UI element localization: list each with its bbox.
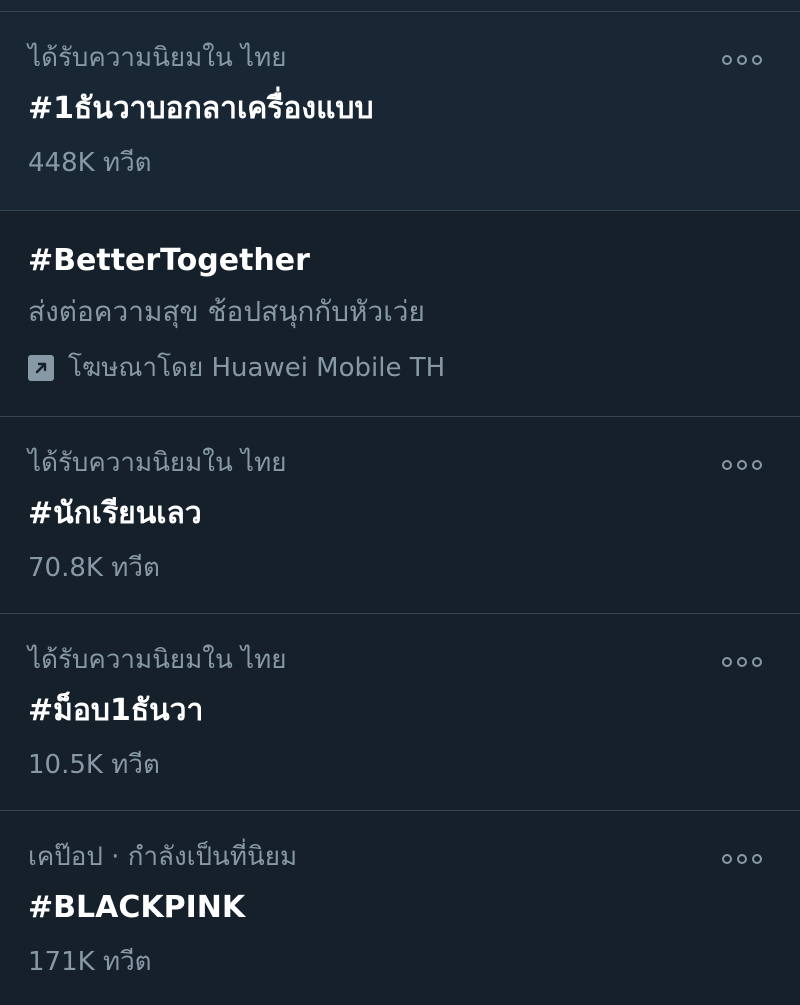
dot (722, 460, 732, 470)
trend-item[interactable]: ได้รับความนิยมใน ไทย #ม็อบ1ธันวา 10.5K ท… (0, 614, 800, 811)
dot (737, 854, 747, 864)
dot (722, 657, 732, 667)
dot (737, 657, 747, 667)
trend-title: #1ธันวาบอกลาเครื่องแบบ (28, 91, 374, 126)
trends-list: ได้รับความนิยมใน ไทย #1ธันวาบอกลาเครื่อง… (0, 0, 800, 1005)
promoted-by-text: โฆษณาโดย Huawei Mobile TH (68, 353, 446, 383)
previous-item-edge (0, 0, 800, 12)
trend-title: #นักเรียนเลว (28, 496, 202, 531)
promoted-by-line: โฆษณาโดย Huawei Mobile TH (28, 347, 445, 388)
trend-item[interactable]: ได้รับความนิยมใน ไทย #นักเรียนเลว 70.8K … (0, 417, 800, 614)
dot (752, 55, 762, 65)
trend-item[interactable]: ได้รับความนิยมใน ไทย #1ธันวาบอกลาเครื่อง… (0, 12, 800, 211)
more-options-icon[interactable] (722, 457, 762, 473)
promoted-trend-item[interactable]: #BetterTogether ส่งต่อความสุข ช้อปสนุกกั… (0, 211, 800, 417)
trend-context: ได้รับความนิยมใน ไทย (28, 645, 287, 675)
tweet-count: 10.5K ทวีต (28, 750, 160, 780)
trend-item[interactable]: เคป๊อป · กำลังเป็นที่นิยม #BLACKPINK 171… (0, 811, 800, 1005)
trend-title: #BetterTogether (28, 243, 310, 278)
more-options-icon[interactable] (722, 654, 762, 670)
dot (722, 854, 732, 864)
dot (737, 55, 747, 65)
dot (752, 460, 762, 470)
promoted-arrow-icon (28, 354, 54, 381)
tweet-count: 171K ทวีต (28, 947, 152, 977)
dot (722, 55, 732, 65)
dot (752, 657, 762, 667)
trend-context: เคป๊อป · กำลังเป็นที่นิยม (28, 842, 298, 872)
tweet-count: 448K ทวีต (28, 148, 152, 178)
more-options-icon[interactable] (722, 851, 762, 867)
dot (752, 854, 762, 864)
trend-context: ได้รับความนิยมใน ไทย (28, 448, 287, 478)
trend-context: ได้รับความนิยมใน ไทย (28, 43, 287, 73)
promoted-description: ส่งต่อความสุข ช้อปสนุกกับหัวเว่ย (28, 295, 425, 328)
trend-title: #BLACKPINK (28, 890, 246, 925)
trend-title: #ม็อบ1ธันวา (28, 693, 204, 728)
tweet-count: 70.8K ทวีต (28, 553, 160, 583)
dot (737, 460, 747, 470)
more-options-icon[interactable] (722, 52, 762, 68)
